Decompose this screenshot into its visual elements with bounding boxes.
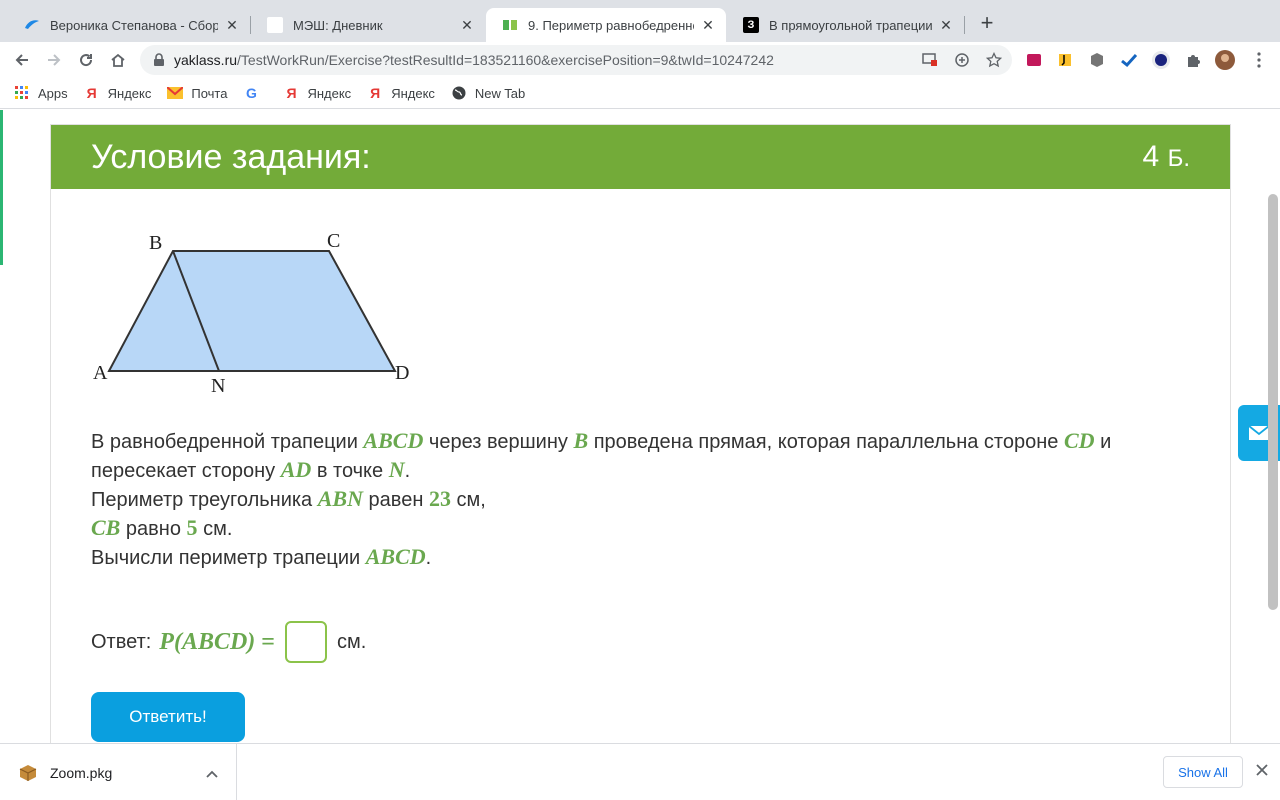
tab-mesh-diary[interactable]: МЭШ: Дневник ✕ — [251, 8, 485, 42]
chevron-up-icon[interactable] — [204, 765, 220, 781]
answer-label: Ответ: — [91, 630, 152, 653]
trapezoid-figure: A B C D N — [91, 229, 421, 404]
problem-text: В равнобедренной трапеции ABCD через вер… — [91, 427, 1201, 572]
yaklass-icon — [502, 17, 518, 33]
yandex-icon: Я — [86, 85, 97, 101]
plus-circle-icon[interactable] — [952, 50, 972, 70]
vertex-a: A — [93, 362, 108, 384]
arrow-right-icon — [48, 54, 61, 66]
bookmark-apps[interactable]: Apps — [14, 85, 68, 101]
close-icon[interactable] — [1252, 762, 1272, 782]
new-tab-button[interactable]: + — [976, 12, 998, 35]
task-title: Условие задания: — [91, 137, 371, 176]
reload-icon — [80, 54, 93, 67]
znanija-icon: З — [743, 17, 759, 33]
answer-input[interactable] — [284, 621, 327, 663]
problem-line: Периметр треугольника ABN равен 23 см, — [91, 486, 486, 511]
bookmark-new-tab[interactable]: New Tab — [451, 85, 525, 101]
tab-veronika[interactable]: Вероника Степанова - Сборник ✕ — [8, 8, 250, 42]
scrollbar-thumb[interactable] — [1268, 194, 1278, 610]
forward-button[interactable] — [42, 48, 66, 72]
answer-expression: P(ABCD) = — [159, 628, 275, 655]
bird-icon — [24, 17, 40, 33]
problem-line: В равнобедренной трапеции ABCD через вер… — [91, 428, 1112, 453]
task-card: Условие задания: 4 Б. A B C D N В равноб… — [50, 124, 1231, 743]
yandex-icon: Я — [370, 85, 381, 101]
problem-line: пересекает сторону AD в точке N. — [91, 457, 411, 482]
package-icon — [19, 764, 37, 781]
trapezoid-abcd — [107, 250, 397, 372]
toolbar: yaklass.ru/TestWorkRun/Exercise?testResu… — [0, 42, 1280, 78]
download-item[interactable]: Zoom.pkg — [0, 744, 237, 800]
bookmarks-bar: Apps Я Яндекс Почта G Я Яндекс Я Яндекс … — [0, 78, 1280, 109]
google-icon: G — [246, 85, 257, 101]
close-icon[interactable]: ✕ — [224, 17, 240, 33]
extension-box-icon[interactable] — [1087, 50, 1107, 70]
mail-icon — [167, 85, 184, 101]
cast-blocked-icon[interactable] — [920, 50, 940, 70]
page-content: Условие задания: 4 Б. A B C D N В равноб… — [0, 110, 1280, 743]
bookmark-yandex[interactable]: Я Яндекс — [283, 85, 351, 101]
yandex-icon: Я — [286, 85, 297, 101]
envelope-icon — [1248, 425, 1270, 440]
close-icon[interactable]: ✕ — [700, 17, 716, 33]
tab-strip: Вероника Степанова - Сборник ✕ МЭШ: Днев… — [0, 0, 1280, 42]
vertex-n: N — [211, 375, 225, 397]
profile-avatar[interactable] — [1215, 50, 1235, 70]
left-accent-bar — [0, 110, 3, 265]
extensions-puzzle-icon[interactable] — [1183, 50, 1203, 70]
lock-icon — [154, 53, 164, 66]
home-icon — [111, 53, 125, 67]
vertex-b: B — [149, 232, 162, 254]
extension-vpn-icon[interactable] — [1151, 50, 1171, 70]
task-points: 4 Б. — [1142, 140, 1190, 173]
tab-separator — [964, 16, 965, 34]
apps-grid-icon — [14, 85, 30, 101]
extension-check-icon[interactable] — [1119, 50, 1139, 70]
answer-unit: см. — [336, 630, 367, 653]
tab-trapezoid-question[interactable]: З В прямоугольной трапеции с ✕ — [727, 8, 964, 42]
arrow-left-icon — [15, 54, 28, 66]
extension-red-icon[interactable] — [1024, 50, 1044, 70]
address-bar[interactable]: yaklass.ru/TestWorkRun/Exercise?testResu… — [140, 45, 1012, 75]
download-shelf: Zoom.pkg Show All — [0, 743, 1280, 800]
vertex-d: D — [395, 362, 409, 384]
vertex-c: C — [327, 230, 340, 252]
bookmark-yandex[interactable]: Я Яндекс — [367, 85, 435, 101]
blank-page-icon — [267, 17, 283, 33]
problem-line: CB равно 5 см. — [91, 515, 233, 540]
submit-answer-button[interactable]: Ответить! — [91, 692, 245, 742]
back-button[interactable] — [10, 48, 34, 72]
bookmark-google[interactable]: G — [243, 85, 267, 101]
answer-row: Ответ: P(ABCD) = см. — [91, 621, 366, 663]
download-file-name: Zoom.pkg — [50, 764, 113, 781]
close-icon[interactable]: ✕ — [459, 17, 475, 33]
bookmark-pochta[interactable]: Почта — [167, 85, 227, 101]
task-header: Условие задания: 4 Б. — [51, 125, 1230, 189]
globe-icon — [451, 85, 467, 101]
url-text: yaklass.ru/TestWorkRun/Exercise?testResu… — [174, 52, 774, 68]
close-icon[interactable]: ✕ — [938, 17, 954, 33]
bookmark-yandex[interactable]: Я Яндекс — [84, 85, 152, 101]
extension-yellow-icon[interactable] — [1055, 50, 1075, 70]
reload-button[interactable] — [74, 48, 98, 72]
tab-yaklass[interactable]: 9. Периметр равнобедренной ✕ — [486, 8, 726, 42]
show-all-button[interactable]: Show All — [1163, 756, 1243, 788]
home-button[interactable] — [106, 48, 130, 72]
kebab-menu-icon[interactable] — [1249, 50, 1269, 70]
problem-line: Вычисли периметр трапеции ABCD. — [91, 544, 432, 569]
star-bookmark-icon[interactable] — [984, 50, 1004, 70]
